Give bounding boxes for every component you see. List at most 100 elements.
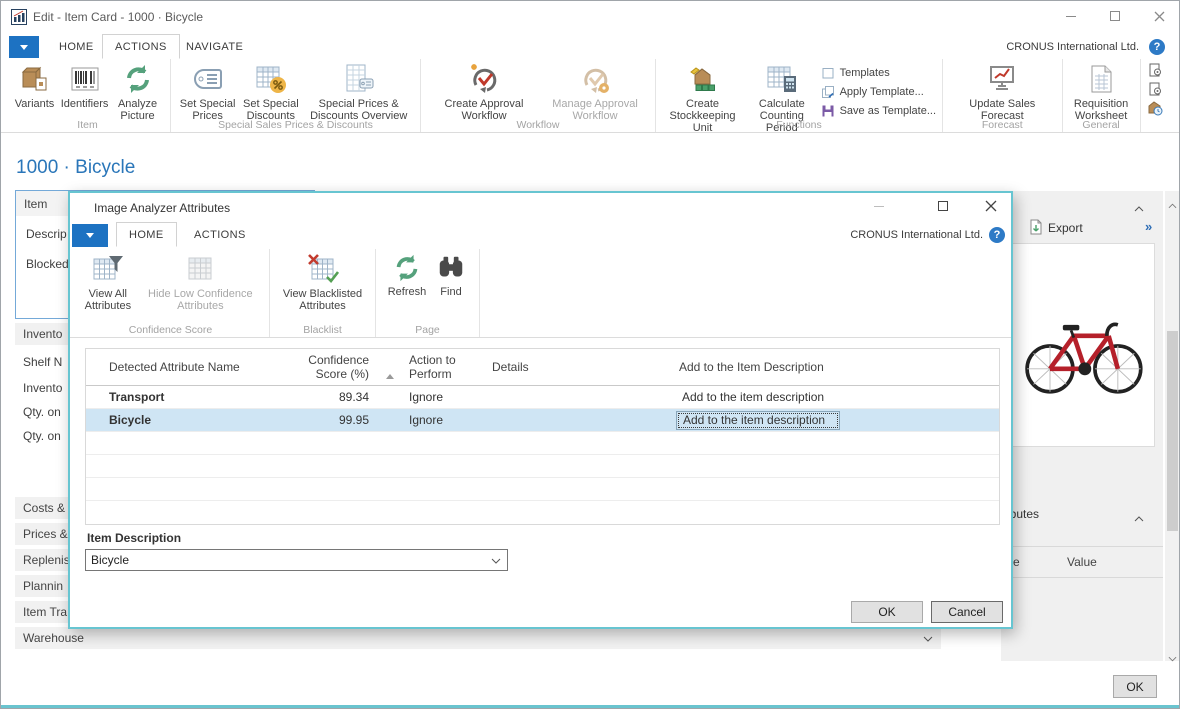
refresh-icon bbox=[392, 253, 422, 283]
table-row-transport[interactable]: Transport 89.34 Ignore Add to the item d… bbox=[86, 386, 999, 409]
dialog-cancel-button[interactable]: Cancel bbox=[931, 601, 1003, 623]
scroll-up-icon[interactable] bbox=[1168, 196, 1177, 214]
dialog-maximize-icon[interactable] bbox=[926, 193, 960, 219]
analyze-picture-button[interactable]: Analyze Picture bbox=[111, 61, 164, 124]
dialog-minimize-icon[interactable] bbox=[862, 193, 896, 219]
col-details[interactable]: Details bbox=[486, 360, 674, 374]
col-action-to-perform[interactable]: Action to Perform bbox=[406, 353, 486, 381]
fasttab-warehouse[interactable]: Warehouse bbox=[15, 627, 941, 649]
dialog-ribbon: View All Attributes Hide Low Confidence … bbox=[70, 249, 1011, 338]
col-detected-attribute-name[interactable]: Detected Attribute Name bbox=[86, 360, 306, 374]
minimize-icon[interactable] bbox=[1053, 1, 1089, 31]
collapse-attributes-pane-icon[interactable] bbox=[1134, 509, 1144, 527]
apply-template-button[interactable]: Apply Template... bbox=[821, 85, 936, 99]
refresh-button[interactable]: Refresh bbox=[382, 251, 432, 300]
page-scrollbar[interactable] bbox=[1165, 191, 1180, 661]
dialog-group-blacklist: View Blacklisted Attributes Blacklist bbox=[270, 249, 376, 337]
field-label-inventory: Invento bbox=[23, 381, 62, 395]
grid-percent-icon bbox=[255, 63, 287, 95]
main-ribbon: Variants Identifiers Analyze Picture Ite… bbox=[1, 59, 1179, 133]
save-as-template-button[interactable]: Save as Template... bbox=[821, 104, 936, 118]
identifiers-button[interactable]: Identifiers bbox=[58, 61, 111, 112]
attributes-table: Detected Attribute Name Confidence Score… bbox=[85, 348, 1000, 525]
ok-button[interactable]: OK bbox=[1113, 675, 1157, 698]
ribbon-group-special-prices: Set Special Prices Set Special Discounts… bbox=[171, 59, 421, 132]
collapse-picture-pane-icon[interactable] bbox=[1134, 199, 1144, 217]
dialog-close-icon[interactable] bbox=[974, 193, 1008, 219]
item-description-combobox[interactable]: Bicycle bbox=[85, 549, 508, 571]
field-label-shelf-no: Shelf N bbox=[23, 355, 62, 369]
col-confidence-score[interactable]: Confidence Score (%) bbox=[306, 353, 376, 381]
app-menu-button[interactable] bbox=[9, 36, 39, 58]
set-special-prices-button[interactable]: Set Special Prices bbox=[177, 61, 238, 124]
box-clock-icon[interactable] bbox=[1147, 100, 1163, 116]
dialog-ok-button[interactable]: OK bbox=[851, 601, 923, 623]
find-button[interactable]: Find bbox=[432, 251, 470, 300]
bicycle-image bbox=[1017, 290, 1149, 400]
special-prices-overview-button[interactable]: Special Prices & Discounts Overview bbox=[303, 61, 414, 124]
ribbon-group-functions: Create Stockkeeping Unit Calculate Count… bbox=[656, 59, 943, 132]
sort-ascending-icon[interactable] bbox=[386, 360, 394, 379]
price-tag-icon bbox=[192, 63, 224, 95]
dialog-help-icon[interactable] bbox=[989, 227, 1005, 243]
right-factbox-panel: t Export » ributes bbox=[1001, 191, 1163, 661]
requisition-worksheet-button[interactable]: Requisition Worksheet bbox=[1069, 61, 1134, 124]
page-title: 1000 · Bicycle bbox=[16, 157, 135, 179]
approval-workflow-disabled-icon bbox=[579, 63, 611, 95]
view-all-attributes-button[interactable]: View All Attributes bbox=[78, 251, 138, 314]
page-detail-icon[interactable] bbox=[1147, 62, 1163, 78]
manage-approval-workflow-button: Manage Approval Workflow bbox=[541, 61, 649, 124]
barcode-icon bbox=[69, 63, 101, 95]
empty-row bbox=[86, 432, 999, 455]
table-header-row: Detected Attribute Name Confidence Score… bbox=[86, 349, 999, 386]
company-name: CRONUS International Ltd. bbox=[1006, 41, 1139, 53]
export-icon bbox=[1029, 219, 1043, 240]
scrollbar-thumb[interactable] bbox=[1167, 331, 1178, 531]
variants-icon bbox=[19, 63, 51, 95]
set-special-discounts-button[interactable]: Set Special Discounts bbox=[238, 61, 303, 124]
image-analyzer-dialog: Image Analyzer Attributes HOME ACTIONS C… bbox=[68, 191, 1013, 629]
grid-tag-icon bbox=[343, 63, 375, 95]
template-actions-stack: Templates Apply Template... Save as Temp… bbox=[821, 61, 936, 118]
dialog-group-confidence-score: View All Attributes Hide Low Confidence … bbox=[72, 249, 270, 337]
dialog-tab-home[interactable]: HOME bbox=[116, 222, 177, 247]
tab-navigate[interactable]: NAVIGATE bbox=[174, 34, 255, 59]
app-icon bbox=[11, 9, 27, 30]
stockkeeping-unit-icon bbox=[687, 63, 719, 95]
dialog-tab-actions[interactable]: ACTIONS bbox=[182, 222, 258, 247]
export-button[interactable]: Export bbox=[1048, 221, 1083, 235]
view-blacklisted-attributes-button[interactable]: View Blacklisted Attributes bbox=[276, 251, 369, 314]
add-to-description-button[interactable]: Add to the item description bbox=[676, 411, 840, 430]
variants-button[interactable]: Variants bbox=[11, 61, 58, 112]
field-label-qty-on-1: Qty. on bbox=[23, 405, 61, 419]
close-icon[interactable] bbox=[1141, 1, 1177, 31]
hide-low-confidence-button: Hide Low Confidence Attributes bbox=[138, 251, 263, 314]
more-actions-chevron[interactable]: » bbox=[1145, 219, 1152, 234]
field-label-blocked: Blocked bbox=[26, 257, 69, 271]
page-detail2-icon[interactable] bbox=[1147, 81, 1163, 97]
templates-button[interactable]: Templates bbox=[821, 66, 936, 80]
create-approval-workflow-button[interactable]: Create Approval Workflow bbox=[427, 61, 541, 124]
scroll-down-icon[interactable] bbox=[1168, 649, 1177, 667]
worksheet-icon bbox=[1085, 63, 1117, 95]
col-add-to-item-description[interactable]: Add to the Item Description bbox=[674, 360, 999, 374]
templates-icon bbox=[821, 66, 835, 80]
update-sales-forecast-button[interactable]: Update Sales Forecast bbox=[957, 61, 1047, 124]
combo-chevron-icon bbox=[491, 558, 501, 564]
tab-home[interactable]: HOME bbox=[47, 34, 106, 59]
maximize-icon[interactable] bbox=[1097, 1, 1133, 31]
tab-actions[interactable]: ACTIONS bbox=[102, 34, 180, 59]
empty-row bbox=[86, 478, 999, 501]
grid-disabled-icon bbox=[184, 253, 216, 285]
counting-period-icon bbox=[766, 63, 798, 95]
dialog-app-menu-button[interactable] bbox=[72, 224, 108, 247]
item-description-label: Item Description bbox=[87, 531, 181, 545]
add-to-description-link[interactable]: Add to the item description bbox=[682, 390, 824, 404]
window-title: Edit - Item Card - 1000 · Bicycle bbox=[33, 10, 203, 24]
ribbon-group-forecast: Update Sales Forecast Forecast bbox=[943, 59, 1063, 132]
chevron-down-icon[interactable] bbox=[923, 631, 933, 645]
table-row-bicycle[interactable]: Bicycle 99.95 Ignore Add to the item des… bbox=[86, 409, 999, 432]
refresh-icon bbox=[122, 63, 154, 95]
help-icon[interactable] bbox=[1149, 39, 1165, 55]
dialog-title: Image Analyzer Attributes bbox=[94, 201, 230, 215]
